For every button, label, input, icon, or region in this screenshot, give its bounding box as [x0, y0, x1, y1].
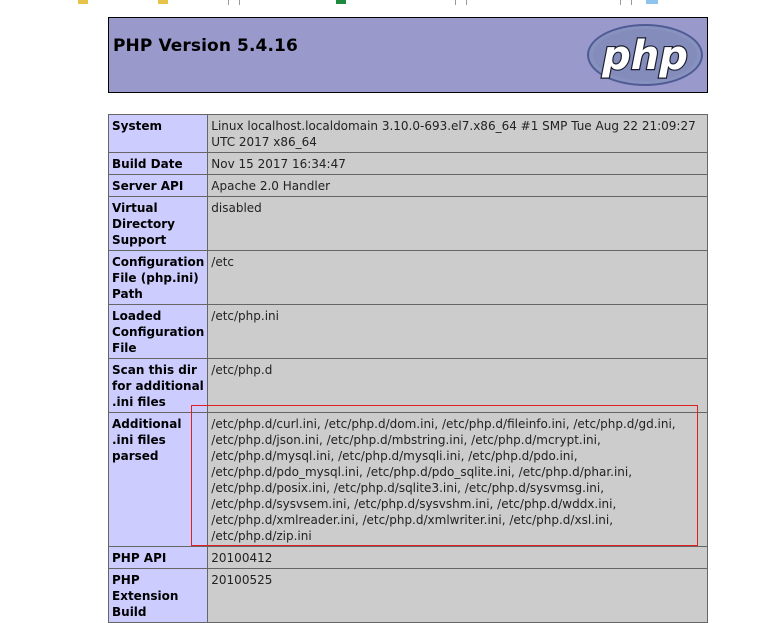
bookmark-folder-icon[interactable] [78, 0, 88, 4]
php-logo-text: php [601, 33, 688, 79]
row-key: PHP Extension Build [107, 568, 209, 623]
row-value: Apache 2.0 Handler [207, 174, 708, 197]
table-row: Build Date Nov 15 2017 16:34:47 [107, 152, 708, 175]
table-row: Configuration File (php.ini) Path/etc [107, 250, 708, 305]
bookmark-image-icon[interactable] [646, 0, 658, 4]
table-row: Scan this dir for additional .ini files /… [107, 358, 708, 413]
row-key: Build Date [107, 152, 209, 175]
row-value: /etc/php.ini [207, 304, 708, 359]
row-value: Linux localhost.localdomain 3.10.0-693.e… [207, 114, 708, 153]
table-row: PHP Extension Build 20100525 [107, 568, 708, 623]
php-logo: php [587, 24, 703, 86]
bookmark-folder-icon[interactable] [158, 0, 168, 4]
row-key: PHP API [107, 546, 209, 569]
table-row: System Linux localhost.localdomain 3.10.0… [107, 114, 708, 153]
row-key: Virtual Directory Support [107, 196, 209, 251]
browser-bookmarks-strip [0, 0, 773, 5]
row-value: /etc [207, 250, 708, 305]
bookmark-page-icon[interactable] [228, 0, 240, 5]
phpinfo-header: PHP Version 5.4.16 php [108, 17, 708, 93]
row-key: Scan this dir for additional .ini files [107, 358, 209, 413]
row-value: /etc/php.d [207, 358, 708, 413]
row-key: System [107, 114, 209, 153]
table-row: PHP API 20100412 [107, 546, 708, 569]
row-value: Nov 15 2017 16:34:47 [207, 152, 708, 175]
row-key: Server API [107, 174, 209, 197]
row-value: disabled [207, 196, 708, 251]
row-value: 20100412 [207, 546, 708, 569]
bookmark-sheet-icon[interactable] [336, 0, 346, 4]
table-row: Additional .ini files parsed/etc/php.d/c… [107, 412, 708, 547]
bookmark-page-icon[interactable] [455, 0, 467, 5]
bookmark-page-icon[interactable] [620, 0, 632, 5]
row-value: /etc/php.d/curl.ini, /etc/php.d/dom.ini,… [207, 412, 708, 547]
row-value: 20100525 [207, 568, 708, 623]
table-row: Server API Apache 2.0 Handler [107, 174, 708, 197]
row-key: Configuration File (php.ini) Path [107, 250, 209, 305]
row-key: Additional .ini files parsed [107, 412, 209, 547]
page-title: PHP Version 5.4.16 [113, 36, 298, 56]
table-row: Loaded Configuration File/etc/php.ini [107, 304, 708, 359]
row-key: Loaded Configuration File [107, 304, 209, 359]
table-row: Virtual Directory Support disabled [107, 196, 708, 251]
phpinfo-table: System Linux localhost.localdomain 3.10.0… [107, 114, 708, 623]
